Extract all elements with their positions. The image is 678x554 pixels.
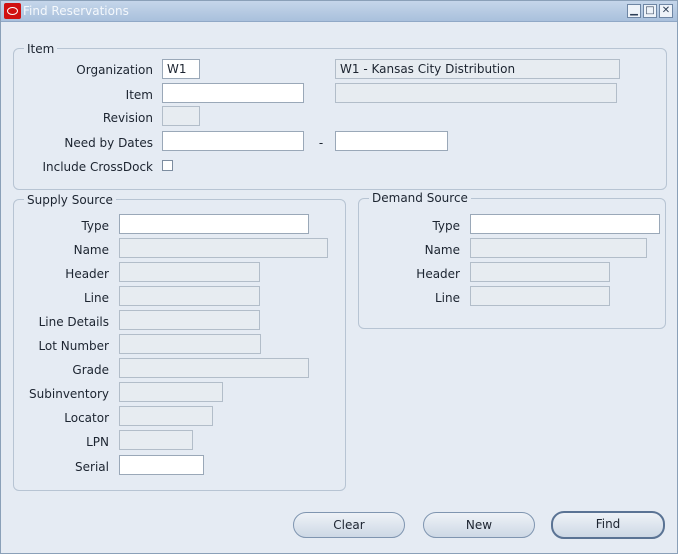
minimize-icon[interactable]: ▁	[627, 4, 641, 18]
grade-field	[119, 358, 309, 378]
supply-line-field	[119, 286, 260, 306]
find-reservations-window: Find Reservations ▁ □ ✕ Item Organizatio…	[0, 0, 678, 554]
window-title: Find Reservations	[23, 4, 129, 18]
subinventory-label: Subinventory	[29, 387, 109, 401]
find-button[interactable]: Find	[551, 511, 665, 539]
organization-code-field[interactable]: W1	[162, 59, 200, 79]
organization-label: Organization	[76, 63, 153, 77]
serial-field[interactable]	[119, 455, 204, 475]
item-description-field	[335, 83, 617, 103]
demand-header-label: Header	[416, 267, 460, 281]
lpn-field	[119, 430, 193, 450]
lpn-label: LPN	[86, 435, 109, 449]
include-crossdock-checkbox[interactable]	[162, 160, 173, 171]
demand-name-field	[470, 238, 647, 258]
demand-header-field	[470, 262, 610, 282]
need-by-date-to-field[interactable]	[335, 131, 448, 151]
supply-header-label: Header	[65, 267, 109, 281]
item-field[interactable]	[162, 83, 304, 103]
grade-label: Grade	[72, 363, 109, 377]
supply-name-label: Name	[73, 243, 109, 257]
title-bar: Find Reservations ▁ □ ✕	[1, 1, 677, 22]
need-by-dates-label: Need by Dates	[64, 136, 153, 150]
include-crossdock-label: Include CrossDock	[42, 160, 153, 174]
locator-field	[119, 406, 213, 426]
lot-number-label: Lot Number	[38, 339, 109, 353]
serial-label: Serial	[75, 460, 109, 474]
supply-line-details-field	[119, 310, 260, 330]
new-button[interactable]: New	[423, 512, 535, 538]
window-controls: ▁ □ ✕	[627, 4, 673, 18]
supply-type-field[interactable]	[119, 214, 309, 234]
item-label: Item	[125, 88, 153, 102]
locator-label: Locator	[64, 411, 109, 425]
close-icon[interactable]: ✕	[659, 4, 673, 18]
subinventory-field	[119, 382, 223, 402]
supply-header-field	[119, 262, 260, 282]
lot-number-field	[119, 334, 261, 354]
demand-type-label: Type	[432, 219, 460, 233]
supply-source-legend: Supply Source	[24, 193, 116, 207]
demand-type-field[interactable]	[470, 214, 660, 234]
oracle-logo-icon	[4, 3, 21, 19]
maximize-icon[interactable]: □	[643, 4, 657, 18]
demand-name-label: Name	[424, 243, 460, 257]
supply-line-label: Line	[83, 291, 109, 305]
organization-description-field: W1 - Kansas City Distribution	[335, 59, 620, 79]
revision-field	[162, 106, 200, 126]
date-range-separator: -	[318, 136, 324, 150]
clear-button[interactable]: Clear	[293, 512, 405, 538]
supply-type-label: Type	[81, 219, 109, 233]
supply-line-details-label: Line Details	[38, 315, 109, 329]
revision-label: Revision	[102, 111, 153, 125]
need-by-date-from-field[interactable]	[162, 131, 304, 151]
demand-line-label: Line	[434, 291, 460, 305]
demand-line-field	[470, 286, 610, 306]
supply-name-field	[119, 238, 328, 258]
item-group-legend: Item	[24, 42, 58, 56]
demand-source-legend: Demand Source	[369, 191, 471, 205]
